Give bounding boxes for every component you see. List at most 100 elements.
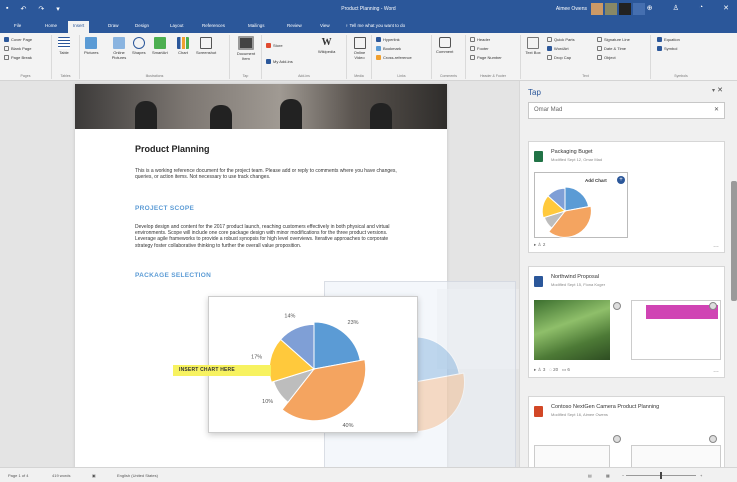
- scope-heading[interactable]: PROJECT SCOPE: [135, 205, 194, 212]
- document-item-button[interactable]: Document Item: [233, 36, 259, 61]
- file-card[interactable]: Northwind Proposal Modified Sept 15, Fio…: [528, 266, 725, 378]
- add-chart-icon[interactable]: +: [617, 176, 625, 184]
- wordart-button[interactable]: WordArt: [547, 46, 569, 51]
- cover-page-button[interactable]: Cover Page: [4, 37, 32, 42]
- tell-me-search[interactable]: ♀ Tell me what you want to do: [345, 23, 405, 28]
- online-video-button[interactable]: Online Video: [349, 37, 370, 60]
- tab-references[interactable]: References: [202, 23, 225, 28]
- package-heading[interactable]: PACKAGE SELECTION: [135, 272, 211, 279]
- proofing-icon[interactable]: ▣: [92, 473, 96, 478]
- document-canvas[interactable]: Product Planning This is a working refer…: [0, 81, 519, 467]
- group-media: Online Video Media: [347, 35, 372, 79]
- tab-file[interactable]: File: [14, 23, 21, 28]
- blank-page-button[interactable]: Blank Page: [4, 46, 31, 51]
- word-count[interactable]: 419 words: [52, 473, 70, 478]
- ribbon-display-icon[interactable]: [633, 3, 645, 15]
- header-button[interactable]: Header: [470, 37, 490, 42]
- shapes-button[interactable]: Shapes: [132, 37, 146, 55]
- photo-thumbnail[interactable]: [534, 300, 610, 360]
- chart-thumbnail[interactable]: Add Chart +: [534, 172, 628, 238]
- tab-view[interactable]: View: [320, 23, 330, 28]
- cross-reference-label: Cross-reference: [383, 55, 412, 60]
- tab-home[interactable]: Home: [45, 23, 57, 28]
- tap-pane: Tap ▾ ✕ Omar Mad ✕ Packaging Buget Modif…: [519, 81, 737, 476]
- page-number-button[interactable]: Page Number: [470, 55, 502, 60]
- chart-label: Chart: [178, 50, 188, 55]
- zoom-in-icon[interactable]: +: [700, 473, 702, 478]
- screenshot-icon: [200, 37, 213, 49]
- add-item-icon[interactable]: [613, 435, 621, 443]
- group-label: Illustrations: [145, 74, 164, 78]
- object-button[interactable]: Object: [597, 55, 616, 60]
- intro-paragraph[interactable]: This is a working reference document for…: [135, 168, 399, 180]
- share-icon[interactable]: ⊕: [647, 4, 653, 12]
- file-card[interactable]: Contoso NextGen Camera Product Planning …: [528, 396, 725, 476]
- screenshot-button[interactable]: Screenshot: [196, 37, 216, 55]
- close-icon[interactable]: ✕: [723, 4, 729, 12]
- text-box-button[interactable]: Text Box: [525, 37, 541, 55]
- tab-mailings[interactable]: Mailings: [248, 23, 265, 28]
- zoom-out-icon[interactable]: −: [622, 473, 624, 478]
- hyperlink-button[interactable]: Hyperlink: [376, 37, 400, 42]
- tab-draw[interactable]: Draw: [108, 23, 119, 28]
- person-icon[interactable]: ♙: [673, 4, 679, 12]
- comment-button[interactable]: Comment: [436, 37, 453, 54]
- quick-parts-label: Quick Parts: [554, 37, 575, 42]
- group-label: Text: [582, 74, 589, 78]
- avatar[interactable]: [605, 3, 617, 15]
- equation-button[interactable]: Equation: [657, 37, 680, 42]
- smartart-button[interactable]: SmartArt: [152, 37, 168, 55]
- add-item-icon[interactable]: [613, 302, 621, 310]
- page-count[interactable]: Page 1 of 4: [8, 473, 28, 478]
- pictures-button[interactable]: Pictures: [84, 37, 98, 55]
- quick-parts-button[interactable]: Quick Parts: [547, 37, 575, 42]
- cross-reference-button[interactable]: Cross-reference: [376, 55, 412, 60]
- tab-layout[interactable]: Layout: [170, 23, 184, 28]
- pane-scrollbar[interactable]: [731, 181, 737, 301]
- search-input[interactable]: Omar Mad ✕: [528, 102, 725, 119]
- footer-button[interactable]: Footer: [470, 46, 489, 51]
- zoom-thumb[interactable]: [660, 472, 662, 479]
- document-item-label: Document Item: [236, 51, 256, 61]
- wikipedia-button[interactable]: W Wikipedia: [318, 37, 335, 54]
- insert-chart-placeholder[interactable]: INSERT CHART HERE: [173, 365, 271, 376]
- chevron-down-icon[interactable]: ▾: [712, 87, 715, 94]
- scope-paragraph[interactable]: Develop design and content for the 2017 …: [135, 224, 399, 249]
- date-time-button[interactable]: Date & Time: [597, 46, 626, 51]
- magenta-chart-band: [646, 305, 718, 319]
- chart-button[interactable]: Chart: [177, 37, 189, 55]
- tab-design[interactable]: Design: [135, 23, 149, 28]
- avatar[interactable]: [619, 3, 631, 15]
- read-mode-icon[interactable]: ▤: [588, 473, 592, 478]
- language[interactable]: English (United States): [117, 473, 158, 478]
- avatar[interactable]: [591, 3, 603, 15]
- more-options-icon[interactable]: …: [713, 368, 719, 374]
- add-item-icon[interactable]: [709, 302, 717, 310]
- clear-search-icon[interactable]: ✕: [714, 103, 719, 118]
- page-break-button[interactable]: Page Break: [4, 55, 32, 60]
- online-pictures-button[interactable]: Online Pictures: [108, 37, 130, 60]
- symbol-button[interactable]: Symbol: [657, 46, 677, 51]
- table-button[interactable]: Table: [58, 37, 70, 55]
- bookmark-button[interactable]: Bookmark: [376, 46, 401, 51]
- add-chart-label[interactable]: Add Chart: [585, 178, 607, 183]
- print-layout-icon[interactable]: ▦: [606, 473, 610, 478]
- tab-insert[interactable]: Insert: [68, 21, 90, 33]
- tab-review[interactable]: Review: [287, 23, 302, 28]
- file-card[interactable]: Packaging Buget Modified Sept 12, Omar M…: [528, 141, 725, 253]
- user-name[interactable]: Aimee Owens: [556, 6, 587, 12]
- close-icon[interactable]: ✕: [717, 86, 723, 94]
- equation-label: Equation: [664, 37, 680, 42]
- store-button[interactable]: Store: [266, 43, 283, 48]
- drop-cap-button[interactable]: Drop Cap: [547, 55, 571, 60]
- zoom-slider[interactable]: [626, 472, 696, 479]
- my-addins-button[interactable]: My Add-ins: [266, 59, 293, 64]
- document-title-heading[interactable]: Product Planning: [135, 144, 210, 154]
- group-label: Media: [354, 74, 364, 78]
- signature-line-button[interactable]: Signature Line: [597, 37, 630, 42]
- chart-image-thumbnail[interactable]: [631, 300, 721, 360]
- help-icon[interactable]: ◔: [699, 4, 703, 12]
- bookmark-label: Bookmark: [383, 46, 402, 51]
- more-options-icon[interactable]: …: [713, 243, 719, 249]
- add-item-icon[interactable]: [709, 435, 717, 443]
